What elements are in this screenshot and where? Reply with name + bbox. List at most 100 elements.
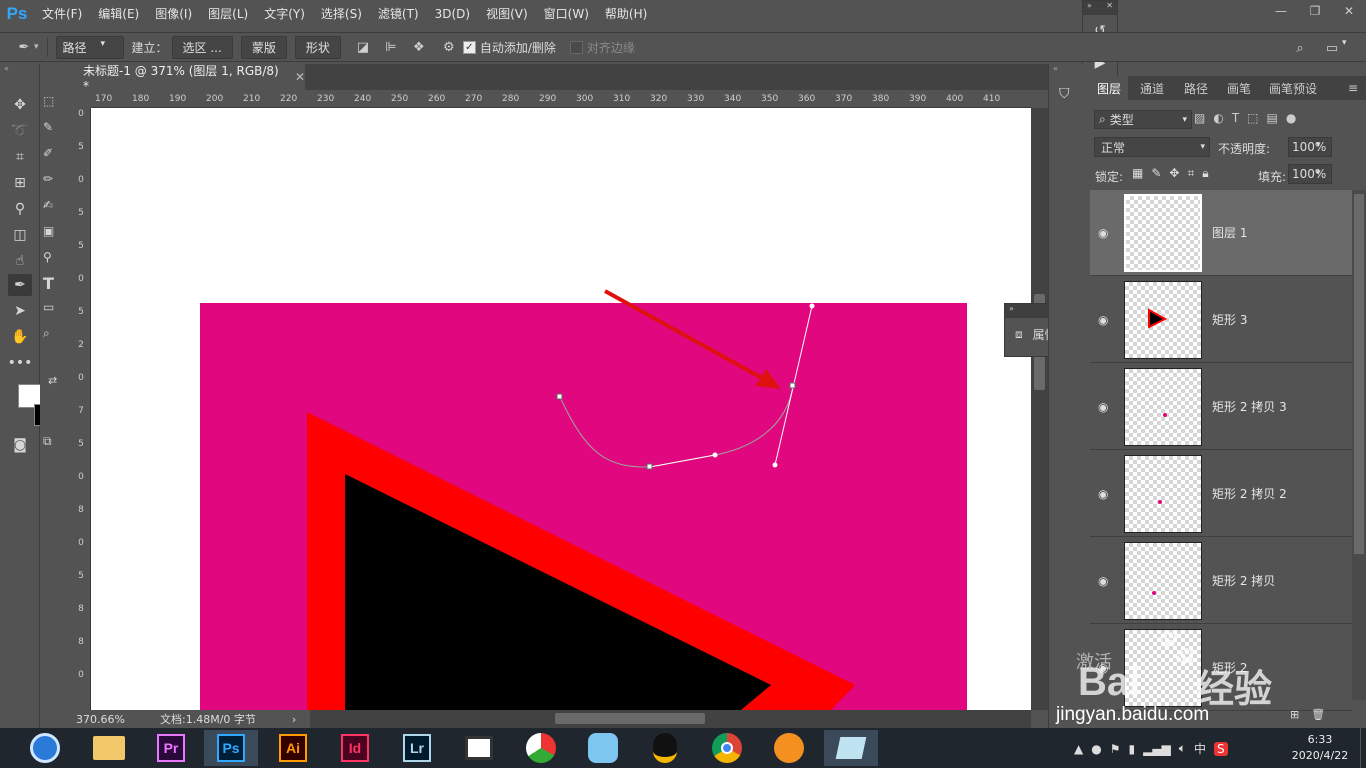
- layers-scrollbar[interactable]: [1352, 190, 1366, 700]
- restore-icon[interactable]: ❐: [1298, 0, 1332, 22]
- close-icon[interactable]: ✕: [1106, 1, 1113, 15]
- eraser-tool-icon[interactable]: ◫: [8, 224, 32, 246]
- path-arrangement-icon[interactable]: ❖: [409, 37, 429, 57]
- mode-select[interactable]: 路径 ▾: [55, 35, 124, 59]
- start-button[interactable]: [18, 730, 72, 766]
- stamp-tool-icon[interactable]: ⚲: [8, 198, 32, 220]
- taskbar-premiere[interactable]: Pr: [144, 730, 198, 766]
- tray-expand-icon[interactable]: ▲: [1074, 742, 1083, 756]
- visibility-eye-icon[interactable]: ◉: [1098, 661, 1112, 675]
- make-selection-button[interactable]: 选区 ...: [171, 35, 233, 59]
- history-brush-tool-icon[interactable]: ✍: [43, 198, 53, 212]
- tab-channels[interactable]: 通道: [1140, 76, 1164, 100]
- close-icon[interactable]: ✕: [1332, 0, 1366, 22]
- layer-row-rect-2[interactable]: ◉ 矩形 2: [1090, 625, 1352, 711]
- visibility-eye-icon[interactable]: ◉: [1098, 574, 1112, 588]
- taskbar-lightroom[interactable]: Lr: [390, 730, 444, 766]
- path-selection-tool-icon[interactable]: ➤: [8, 300, 32, 322]
- menu-type[interactable]: 文字(Y): [256, 0, 313, 28]
- more-tools-icon[interactable]: •••: [8, 352, 33, 374]
- layer-row-layer-1[interactable]: ◉ 图层 1: [1090, 190, 1352, 276]
- horizontal-ruler[interactable]: 170 180 190 200 210 220 230 240 250 260 270 280 290 3…: [91, 90, 1031, 108]
- rectangle-tool-icon[interactable]: ▭: [43, 300, 54, 314]
- layer-row-rect-2-copy-2[interactable]: ◉ 矩形 2 拷贝 2: [1090, 451, 1352, 537]
- visibility-eye-icon[interactable]: ◉: [1098, 313, 1112, 327]
- lock-all-icon[interactable]: 🔒︎: [1202, 166, 1208, 181]
- lock-position-icon[interactable]: ✥: [1169, 166, 1179, 181]
- menu-3d[interactable]: 3D(D): [427, 0, 478, 28]
- layer-name[interactable]: 矩形 2 拷贝 2: [1212, 485, 1287, 502]
- layers-scroll-thumb[interactable]: [1354, 194, 1364, 554]
- zoom-level[interactable]: 370.66%: [76, 713, 156, 726]
- filter-toggle-icon[interactable]: ●: [1286, 111, 1296, 125]
- lasso-tool-icon[interactable]: ➰: [8, 120, 32, 142]
- clock[interactable]: 6:33 2020/4/22: [1288, 732, 1352, 764]
- tab-brushes[interactable]: 画笔: [1227, 76, 1251, 100]
- dodge-tool-icon[interactable]: ⚲: [43, 250, 52, 264]
- taskbar-illustrator[interactable]: Ai: [266, 730, 320, 766]
- menu-select[interactable]: 选择(S): [313, 0, 370, 28]
- menu-help[interactable]: 帮助(H): [597, 0, 655, 28]
- menu-file[interactable]: 文件(F): [34, 0, 90, 28]
- taskbar-chat-app[interactable]: [576, 730, 630, 766]
- move-tool-icon[interactable]: ✥: [8, 94, 32, 116]
- tray-flag-icon[interactable]: ⚑: [1110, 742, 1121, 756]
- taskbar-chrome[interactable]: [700, 730, 754, 766]
- collapse-icon[interactable]: «: [0, 64, 39, 74]
- tab-layers[interactable]: 图层: [1090, 76, 1128, 100]
- ruler-origin[interactable]: [73, 90, 91, 108]
- status-menu-arrow[interactable]: ›: [292, 713, 296, 726]
- pixel-filter-icon[interactable]: ▨: [1194, 111, 1205, 125]
- crop-tool-icon[interactable]: ⌗: [8, 146, 32, 168]
- menu-image[interactable]: 图像(I): [147, 0, 200, 28]
- document-tab[interactable]: 未标题-1 @ 371% (图层 1, RGB/8) * ✕: [73, 64, 305, 93]
- gear-icon[interactable]: ⚙: [439, 37, 459, 57]
- chevron-down-icon[interactable]: ▾: [1316, 140, 1321, 150]
- frame-tool-icon[interactable]: ⊞: [8, 172, 32, 194]
- hand-tool-icon[interactable]: ✋: [8, 326, 32, 348]
- layer-row-rect-3[interactable]: ◉ 矩形 3: [1090, 277, 1352, 363]
- document-canvas[interactable]: [91, 108, 1031, 710]
- anchor-point[interactable]: [556, 393, 563, 400]
- visibility-eye-icon[interactable]: ◉: [1098, 487, 1112, 501]
- taskbar-browser[interactable]: [762, 730, 816, 766]
- pen-tool-icon[interactable]: ✒: [8, 274, 32, 296]
- tab-paths[interactable]: 路径: [1184, 76, 1208, 100]
- menu-window[interactable]: 窗口(W): [536, 0, 597, 28]
- taskbar-qq[interactable]: [638, 730, 692, 766]
- smart-object-filter-icon[interactable]: ▤: [1267, 111, 1278, 125]
- adjustment-filter-icon[interactable]: ◐: [1213, 111, 1223, 125]
- close-tab-icon[interactable]: ✕: [295, 70, 305, 84]
- menu-view[interactable]: 视图(V): [478, 0, 536, 28]
- opacity-input[interactable]: 100%: [1288, 137, 1332, 157]
- shape-filter-icon[interactable]: ⬚: [1247, 111, 1258, 125]
- type-tool-icon[interactable]: T: [43, 274, 54, 293]
- gradient-tool-icon[interactable]: ▣: [43, 224, 54, 238]
- layer-name[interactable]: 矩形 3: [1212, 311, 1247, 328]
- blend-mode-select[interactable]: 正常 ▾: [1094, 137, 1210, 157]
- layer-row-rect-2-copy-3[interactable]: ◉ 矩形 2 拷贝 3: [1090, 364, 1352, 450]
- collapse-icon[interactable]: »: [1009, 304, 1014, 318]
- anchor-point-selected[interactable]: [789, 382, 796, 389]
- horizontal-scroll-thumb[interactable]: [555, 713, 705, 724]
- anchor-point[interactable]: [646, 463, 653, 470]
- direction-point[interactable]: [772, 462, 778, 468]
- marquee-tool-icon[interactable]: ⬚: [43, 94, 54, 108]
- vertical-ruler[interactable]: 0 5 0 5 5 0 5 2 0 7 5 0 8 0 5 8 8 0: [73, 108, 91, 710]
- tab-brush-presets[interactable]: 画笔预设: [1269, 76, 1317, 100]
- make-mask-button[interactable]: 蒙版: [240, 35, 287, 59]
- type-filter-icon[interactable]: T: [1232, 111, 1239, 125]
- vertical-scrollbar[interactable]: [1031, 108, 1048, 710]
- lock-pixels-icon[interactable]: ✎: [1151, 166, 1161, 181]
- panel-menu-icon[interactable]: ≡: [1348, 76, 1358, 100]
- swap-colors-icon[interactable]: ⇄: [48, 374, 57, 387]
- minimize-icon[interactable]: —: [1264, 0, 1298, 22]
- tray-qq-icon[interactable]: ●: [1091, 742, 1101, 756]
- make-shape-button[interactable]: 形状: [294, 35, 341, 59]
- chevron-down-icon[interactable]: ▾: [1316, 168, 1321, 178]
- path-alignment-icon[interactable]: ⊫: [381, 37, 401, 57]
- visibility-eye-icon[interactable]: ◉: [1098, 400, 1112, 414]
- lock-artboard-icon[interactable]: ⌗: [1187, 166, 1194, 181]
- taskbar-photoshop[interactable]: Ps: [204, 730, 258, 766]
- menu-edit[interactable]: 编辑(E): [90, 0, 147, 28]
